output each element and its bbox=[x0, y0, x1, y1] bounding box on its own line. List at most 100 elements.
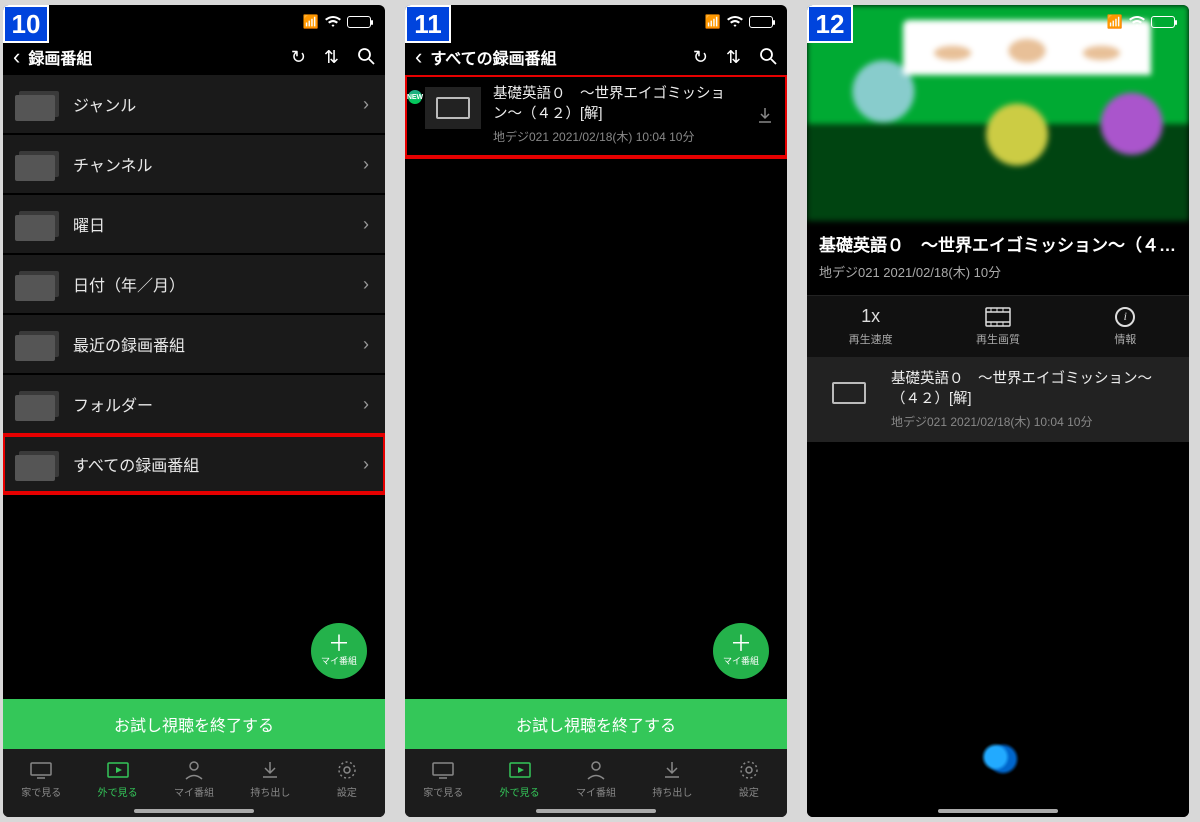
download-icon[interactable] bbox=[757, 106, 773, 124]
back-button[interactable]: ‹ bbox=[13, 44, 20, 70]
list-row-genre[interactable]: ジャンル › bbox=[3, 75, 385, 133]
tab-label: 家で見る bbox=[423, 784, 463, 799]
row-label: すべての録画番組 bbox=[73, 452, 345, 476]
step-badge: 11 bbox=[405, 5, 451, 43]
battery-icon bbox=[749, 16, 773, 28]
search-icon[interactable] bbox=[357, 47, 375, 68]
thumbnail bbox=[425, 87, 481, 129]
program-meta: 地デジ021 2021/02/18(木) 10分 bbox=[807, 260, 1189, 295]
user-icon bbox=[184, 759, 204, 781]
film-icon bbox=[985, 307, 1011, 327]
folder-icon bbox=[15, 391, 55, 417]
tab-label: マイ番組 bbox=[576, 784, 616, 799]
home-indicator[interactable] bbox=[134, 809, 254, 813]
recording-text: 基礎英語０ 〜世界エイゴミッション〜（４２）[解] 地デジ021 2021/02… bbox=[493, 85, 745, 145]
folder-icon bbox=[15, 211, 55, 237]
signal-icon: 📶 bbox=[303, 14, 319, 30]
trial-label: お試し視聴を終了する bbox=[516, 712, 676, 736]
tab-bar: 家で見る 外で見る マイ番組 持ち出し 設定 bbox=[405, 749, 787, 817]
refresh-icon[interactable]: ↻ bbox=[291, 47, 306, 68]
signal-icon: 📶 bbox=[705, 14, 721, 30]
tab-outside-view[interactable]: 外で見る bbox=[79, 749, 155, 809]
refresh-icon[interactable]: ↻ bbox=[693, 47, 708, 68]
sort-icon[interactable]: ⇅ bbox=[726, 47, 741, 68]
episode-item[interactable]: 基礎英語０ 〜世界エイゴミッション〜（４２）[解] 地デジ021 2021/02… bbox=[807, 358, 1189, 442]
action-info[interactable]: i 情報 bbox=[1062, 296, 1189, 357]
fab-my-programs[interactable]: ＋ マイ番組 bbox=[311, 623, 367, 679]
status-bar: 📶 bbox=[3, 5, 385, 39]
home-indicator[interactable] bbox=[536, 809, 656, 813]
folder-icon bbox=[15, 451, 55, 477]
list-row-date[interactable]: 日付（年／月） › bbox=[3, 255, 385, 313]
episode-meta: 地デジ021 2021/02/18(木) 10:04 10分 bbox=[891, 413, 1175, 430]
tab-settings[interactable]: 設定 bbox=[711, 749, 787, 809]
chevron-right-icon: › bbox=[363, 334, 369, 355]
recording-item[interactable]: NEW 基礎英語０ 〜世界エイゴミッション〜（４２）[解] 地デジ021 202… bbox=[405, 75, 787, 157]
gear-icon bbox=[337, 759, 357, 781]
row-label: 曜日 bbox=[73, 212, 345, 236]
gear-icon bbox=[739, 759, 759, 781]
tab-my-programs[interactable]: マイ番組 bbox=[558, 749, 634, 809]
page-title: すべての録画番組 bbox=[430, 45, 684, 69]
tab-label: マイ番組 bbox=[174, 784, 214, 799]
nav-bar: ‹ すべての録画番組 ↻ ⇅ bbox=[405, 39, 787, 75]
tab-takeout[interactable]: 持ち出し bbox=[634, 749, 710, 809]
signal-icon: 📶 bbox=[1107, 14, 1123, 30]
list-row-all-recordings[interactable]: すべての録画番組 › bbox=[3, 435, 385, 493]
tab-takeout[interactable]: 持ち出し bbox=[232, 749, 308, 809]
tab-home-view[interactable]: 家で見る bbox=[405, 749, 481, 809]
back-button[interactable]: ‹ bbox=[415, 44, 422, 70]
plus-icon: ＋ bbox=[328, 636, 350, 652]
phone-screen-12: 12 📶 基礎英語０ 〜世界エイゴミッション〜（４… 地デジ021 2021/0… bbox=[807, 5, 1189, 817]
nav-bar: ‹ 録画番組 ↻ ⇅ bbox=[3, 39, 385, 75]
action-quality[interactable]: 再生画質 bbox=[934, 296, 1061, 357]
search-icon[interactable] bbox=[759, 47, 777, 68]
chevron-right-icon: › bbox=[363, 94, 369, 115]
speed-value: 1x bbox=[861, 306, 880, 327]
fab-my-programs[interactable]: ＋ マイ番組 bbox=[713, 623, 769, 679]
tab-home-view[interactable]: 家で見る bbox=[3, 749, 79, 809]
list-row-recent[interactable]: 最近の録画番組 › bbox=[3, 315, 385, 373]
trial-end-button[interactable]: お試し視聴を終了する bbox=[405, 699, 787, 749]
plus-icon: ＋ bbox=[730, 636, 752, 652]
folder-icon bbox=[15, 91, 55, 117]
app-logo-icon bbox=[973, 737, 1023, 777]
chevron-right-icon: › bbox=[363, 154, 369, 175]
tab-outside-view[interactable]: 外で見る bbox=[481, 749, 557, 809]
chevron-right-icon: › bbox=[363, 394, 369, 415]
download-icon bbox=[663, 759, 681, 781]
wifi-icon bbox=[325, 16, 341, 28]
list-row-folder[interactable]: フォルダー › bbox=[3, 375, 385, 433]
list-row-channel[interactable]: チャンネル › bbox=[3, 135, 385, 193]
action-label: 再生画質 bbox=[976, 331, 1020, 347]
episode-text: 基礎英語０ 〜世界エイゴミッション〜（４２）[解] 地デジ021 2021/02… bbox=[891, 370, 1175, 430]
folder-icon bbox=[15, 151, 55, 177]
action-label: 再生速度 bbox=[849, 331, 893, 347]
tab-bar: 家で見る 外で見る マイ番組 持ち出し 設定 bbox=[3, 749, 385, 817]
recording-title: 基礎英語０ 〜世界エイゴミッション〜（４２）[解] bbox=[493, 85, 745, 124]
action-playback-speed[interactable]: 1x 再生速度 bbox=[807, 296, 934, 357]
sort-icon[interactable]: ⇅ bbox=[324, 47, 339, 68]
step-badge: 12 bbox=[807, 5, 853, 43]
program-title: 基礎英語０ 〜世界エイゴミッション〜（４… bbox=[807, 221, 1189, 260]
tv-icon bbox=[431, 759, 455, 781]
trial-label: お試し視聴を終了する bbox=[114, 712, 274, 736]
action-row: 1x 再生速度 再生画質 i 情報 bbox=[807, 295, 1189, 358]
chevron-right-icon: › bbox=[363, 214, 369, 235]
thumbnail bbox=[821, 372, 877, 414]
folder-icon bbox=[15, 331, 55, 357]
tab-settings[interactable]: 設定 bbox=[309, 749, 385, 809]
list-row-weekday[interactable]: 曜日 › bbox=[3, 195, 385, 253]
tv-icon bbox=[436, 97, 470, 119]
row-label: ジャンル bbox=[73, 92, 345, 116]
tab-label: 外で見る bbox=[500, 784, 540, 799]
tab-my-programs[interactable]: マイ番組 bbox=[156, 749, 232, 809]
home-indicator[interactable] bbox=[938, 809, 1058, 813]
phone-screen-10: 10 📶 ‹ 録画番組 ↻ ⇅ ジャンル › チャンネル › bbox=[3, 5, 385, 817]
tab-label: 設定 bbox=[739, 784, 759, 799]
trial-end-button[interactable]: お試し視聴を終了する bbox=[3, 699, 385, 749]
tv-icon bbox=[832, 382, 866, 404]
user-icon bbox=[586, 759, 606, 781]
tab-label: 外で見る bbox=[98, 784, 138, 799]
play-rect-icon bbox=[508, 759, 532, 781]
